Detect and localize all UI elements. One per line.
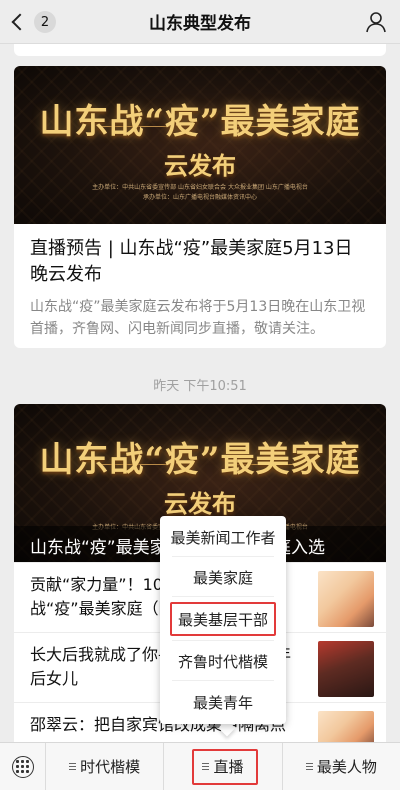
highlight-box: [192, 748, 259, 785]
message-timestamp: 昨天 下午10:51: [153, 379, 247, 394]
banner-subtitle: 云发布: [164, 489, 236, 518]
article-title[interactable]: 直播预告 | 山东战“疫”最美家庭5月13日晚云发布: [14, 224, 386, 294]
menu-list-icon: [305, 763, 313, 770]
banner-organizer: 主办单位：中共山东省委宣传部 山东省妇女联合会 大众报业集团 山东广播电视台: [92, 184, 308, 191]
page-title: 山东典型发布: [149, 14, 251, 34]
top-navigation-bar: 2 山东典型发布: [0, 0, 400, 44]
menu-live[interactable]: 直播: [164, 742, 283, 790]
back-button[interactable]: 2: [8, 8, 56, 36]
menu-best-people[interactable]: 最美人物: [283, 743, 400, 790]
banner-title: 山东战“疫”最美家庭: [39, 440, 361, 480]
submenu-item-qilu-model[interactable]: 齐鲁时代楷模: [160, 642, 286, 680]
list-item-thumbnail: [318, 641, 374, 697]
live-submenu-popup: 最美新闻工作者 最美家庭 最美基层干部 齐鲁时代楷模 最美青年: [160, 516, 286, 724]
menu-list-icon: [69, 763, 77, 770]
article-description: 山东战“疫”最美家庭云发布将于5月13日晚在山东卫视首播，齐鲁网、闪电新闻同步直…: [30, 299, 366, 337]
article-card-live-preview[interactable]: 山东战“疫”最美家庭 云发布 主办单位：中共山东省委宣传部 山东省妇女联合会 大…: [14, 66, 386, 348]
keyboard-toggle-button[interactable]: [0, 742, 46, 790]
bottom-menu-bar: 时代楷模 直播 最美人物: [0, 742, 400, 790]
previous-article-card[interactable]: [14, 44, 386, 56]
submenu-item-best-journalist[interactable]: 最美新闻工作者: [160, 518, 286, 556]
list-item-thumbnail: [318, 571, 374, 627]
menu-label: 最美人物: [316, 758, 377, 776]
submenu-item-best-family[interactable]: 最美家庭: [160, 558, 286, 596]
banner-undertaker: 承办单位：山东广播电视台融媒体资讯中心: [142, 194, 257, 201]
unread-count-badge: 2: [34, 11, 56, 33]
banner-subtitle: 云发布: [164, 151, 236, 180]
chevron-left-icon: [11, 13, 29, 31]
banner-title: 山东战“疫”最美家庭: [39, 102, 361, 142]
submenu-item-best-youth[interactable]: 最美青年: [160, 683, 286, 721]
menu-label: 时代楷模: [80, 758, 141, 776]
keyboard-icon: [11, 755, 34, 778]
person-icon[interactable]: [364, 10, 388, 34]
article-banner-image: 山东战“疫”最美家庭 云发布 主办单位：中共山东省委宣传部 山东省妇女联合会 大…: [14, 66, 386, 224]
menu-times-model[interactable]: 时代楷模: [46, 742, 165, 790]
highlight-box: [170, 602, 276, 636]
